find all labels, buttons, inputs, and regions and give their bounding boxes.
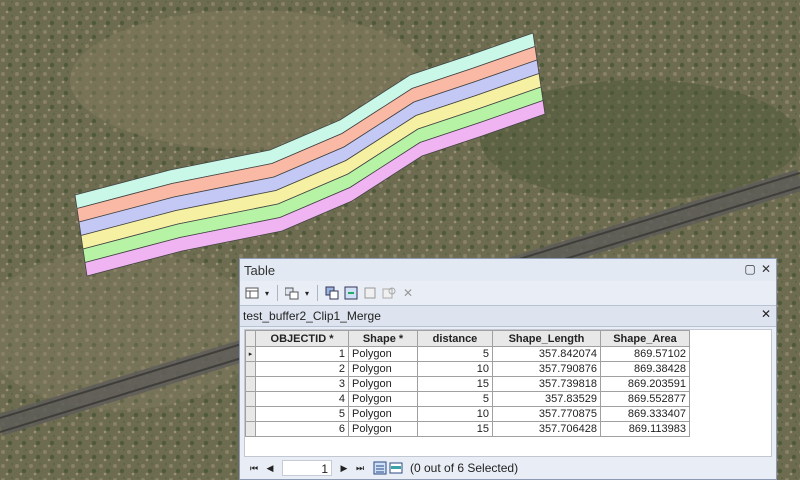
column-header-shape[interactable]: Shape *	[348, 330, 418, 347]
table-options-icon[interactable]	[244, 285, 260, 301]
header-row: OBJECTID * Shape * distance Shape_Length…	[245, 330, 690, 347]
switch-selection-icon[interactable]	[343, 285, 359, 301]
column-header-shape-area[interactable]: Shape_Area	[600, 330, 690, 347]
toolbar-separator	[277, 285, 278, 301]
row-selector[interactable]: ▸	[245, 346, 256, 362]
row-selector[interactable]	[245, 391, 256, 407]
cell-shape-area[interactable]: 869.38428	[600, 361, 690, 377]
row-selector[interactable]	[245, 361, 256, 377]
tab-close-icon[interactable]: ✕	[761, 307, 771, 321]
cell-objectid[interactable]: 5	[255, 406, 349, 422]
cell-shape-length[interactable]: 357.790876	[492, 361, 601, 377]
cell-distance[interactable]: 10	[417, 406, 493, 422]
attribute-table: OBJECTID * Shape * distance Shape_Length…	[245, 330, 690, 437]
cell-shape-area[interactable]: 869.113983	[600, 421, 690, 437]
cell-shape[interactable]: Polygon	[348, 421, 418, 437]
last-record-icon[interactable]: ⏭	[352, 460, 368, 476]
next-record-icon[interactable]: ▶	[336, 460, 352, 476]
select-by-attributes-icon[interactable]	[324, 285, 340, 301]
row-selector[interactable]	[245, 376, 256, 392]
close-button[interactable]: ✕	[760, 262, 772, 276]
cell-objectid[interactable]: 3	[255, 376, 349, 392]
cell-distance[interactable]: 5	[417, 391, 493, 407]
toolbar-separator	[317, 285, 318, 301]
cell-distance[interactable]: 10	[417, 361, 493, 377]
selection-status: (0 out of 6 Selected)	[410, 461, 519, 475]
column-header-shape-length[interactable]: Shape_Length	[492, 330, 601, 347]
table-toolbar: ▾ ▾ ✕	[240, 282, 776, 304]
row-selector[interactable]	[245, 406, 256, 422]
table-status-bar: ⏮ ◀ 1 ▶ ⏭ (0 out of 6 Selected)	[240, 457, 776, 479]
table-row[interactable]: 5 Polygon 10 357.770875 869.333407	[245, 406, 690, 422]
related-tables-icon[interactable]	[284, 285, 300, 301]
cell-shape-area[interactable]: 869.203591	[600, 376, 690, 392]
attribute-table-window: Table ▢ ✕ ▾ ▾ ✕ test_buffer2_Clip1_Merge…	[239, 258, 777, 480]
table-row[interactable]: 3 Polygon 15 357.739818 869.203591	[245, 376, 690, 392]
cell-distance[interactable]: 15	[417, 376, 493, 392]
zoom-to-selected-icon[interactable]	[381, 285, 397, 301]
cell-shape-length[interactable]: 357.83529	[492, 391, 601, 407]
cell-shape-length[interactable]: 357.739818	[492, 376, 601, 392]
table-tab[interactable]: test_buffer2_Clip1_Merge ✕	[240, 305, 776, 327]
table-row[interactable]: 6 Polygon 15 357.706428 869.113983	[245, 421, 690, 437]
chevron-down-icon[interactable]: ▾	[303, 285, 311, 301]
cell-objectid[interactable]: 6	[255, 421, 349, 437]
cell-shape-area[interactable]: 869.57102	[600, 346, 690, 362]
cell-distance[interactable]: 5	[417, 346, 493, 362]
table-tab-name: test_buffer2_Clip1_Merge	[243, 309, 381, 323]
column-header-distance[interactable]: distance	[417, 330, 493, 347]
cell-shape-length[interactable]: 357.842074	[492, 346, 601, 362]
cell-shape[interactable]: Polygon	[348, 391, 418, 407]
cell-shape-area[interactable]: 869.333407	[600, 406, 690, 422]
cell-shape-length[interactable]: 357.770875	[492, 406, 601, 422]
cell-objectid[interactable]: 2	[255, 361, 349, 377]
table-row[interactable]: 4 Polygon 5 357.83529 869.552877	[245, 391, 690, 407]
record-number-input[interactable]: 1	[282, 460, 332, 476]
table-row[interactable]: ▸ 1 Polygon 5 357.842074 869.57102	[245, 346, 690, 362]
cell-shape-area[interactable]: 869.552877	[600, 391, 690, 407]
cell-shape-length[interactable]: 357.706428	[492, 421, 601, 437]
show-selected-records-icon[interactable]	[388, 460, 404, 476]
show-all-records-icon[interactable]	[372, 460, 388, 476]
window-title: Table	[244, 262, 276, 278]
title-bar[interactable]: Table ▢ ✕	[240, 259, 776, 281]
cell-shape[interactable]: Polygon	[348, 346, 418, 362]
cell-shape[interactable]: Polygon	[348, 361, 418, 377]
cell-shape[interactable]: Polygon	[348, 406, 418, 422]
first-record-icon[interactable]: ⏮	[246, 460, 262, 476]
cell-shape[interactable]: Polygon	[348, 376, 418, 392]
column-header-objectid[interactable]: OBJECTID *	[255, 330, 349, 347]
delete-selected-icon[interactable]: ✕	[400, 285, 416, 301]
clear-selection-icon[interactable]	[362, 285, 378, 301]
table-row[interactable]: 2 Polygon 10 357.790876 869.38428	[245, 361, 690, 377]
row-selector-header[interactable]	[245, 330, 256, 347]
cell-objectid[interactable]: 1	[255, 346, 349, 362]
row-selector[interactable]	[245, 421, 256, 437]
attribute-grid[interactable]: OBJECTID * Shape * distance Shape_Length…	[244, 329, 772, 457]
cell-distance[interactable]: 15	[417, 421, 493, 437]
restore-button[interactable]: ▢	[744, 262, 756, 276]
chevron-down-icon[interactable]: ▾	[263, 285, 271, 301]
previous-record-icon[interactable]: ◀	[262, 460, 278, 476]
cell-objectid[interactable]: 4	[255, 391, 349, 407]
